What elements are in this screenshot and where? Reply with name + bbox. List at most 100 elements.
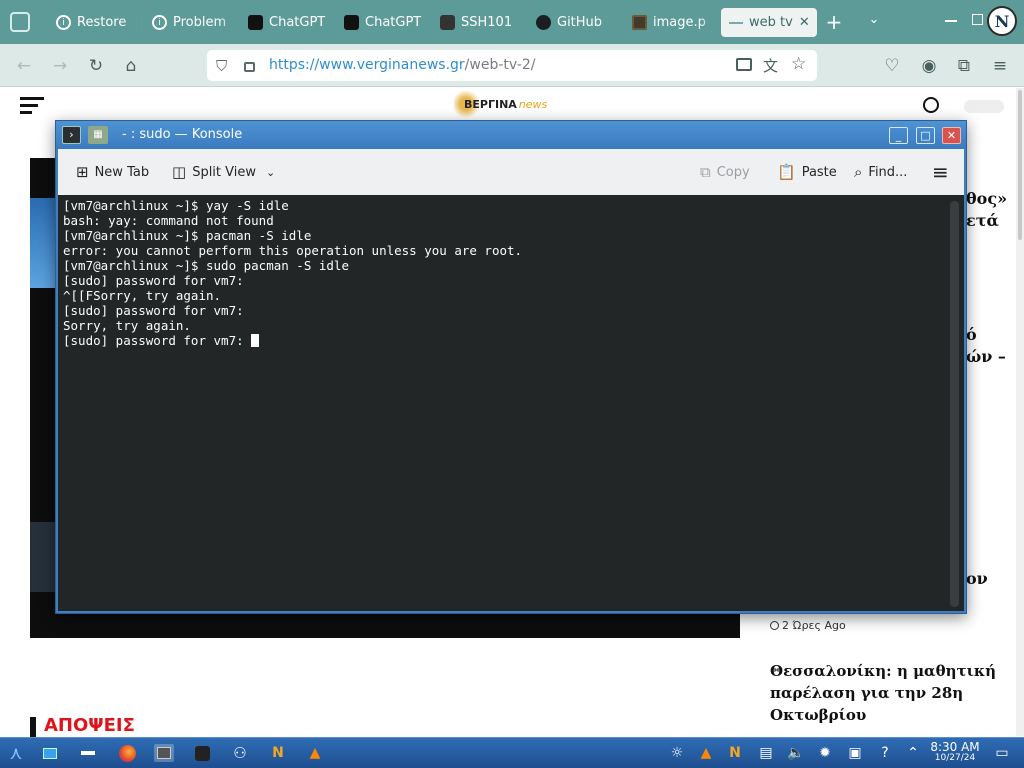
notepadqq-tray-icon[interactable]: N — [725, 744, 745, 762]
home-icon[interactable]: ⌂ — [121, 56, 141, 76]
terminal-scrollbar[interactable] — [950, 201, 959, 607]
code-editor-icon[interactable]: N — [268, 744, 288, 762]
menu-icon[interactable]: ≡ — [990, 56, 1010, 76]
clock-icon — [770, 621, 779, 630]
tab-list-chevron-icon[interactable]: ⌄ — [864, 12, 884, 32]
save-icon[interactable]: ▣ — [845, 744, 865, 762]
chevron-down-icon: ⌄ — [266, 165, 276, 179]
clipboard-icon[interactable]: ▤ — [756, 744, 776, 762]
terminal-line: error: you cannot perform this operation… — [63, 243, 523, 258]
tab-chatgpt-2[interactable]: ChatGPT — [336, 8, 432, 37]
task-manager-icon[interactable] — [78, 744, 98, 762]
chatgpt-icon — [344, 15, 359, 30]
url-bar[interactable]: ⛉ https://www.verginanews.gr/web-tv-2/ 文… — [207, 50, 817, 81]
tab-label: GitHub — [557, 15, 603, 30]
translate-icon[interactable]: 文 — [763, 55, 778, 76]
side-snippet: ό — [966, 325, 977, 344]
tab-web-tv[interactable]: web tv ✕ — [721, 8, 817, 37]
minimize-window-icon[interactable] — [945, 20, 957, 22]
terminal-line: [sudo] password for vm7: — [63, 303, 244, 318]
article-title-link[interactable]: Θεσσαλονίκη: η μαθητική παρέλαση για την… — [770, 660, 1000, 726]
section-marker — [30, 717, 36, 737]
new-tab-icon: ⊞ — [76, 163, 89, 181]
konsole-titlebar[interactable]: › ▦ - : sudo — Konsole _ □ ✕ — [56, 121, 966, 149]
maximize-icon[interactable]: □ — [916, 127, 935, 144]
minimize-icon[interactable]: _ — [889, 127, 908, 144]
site-logo[interactable]: ΒΕΡΓΙΝΑ news — [454, 88, 570, 120]
notifications-icon[interactable]: ☼ — [667, 744, 687, 762]
clock-date[interactable]: 10/27/24 — [925, 753, 985, 763]
hamburger-menu-icon[interactable] — [20, 97, 44, 115]
terminal-line: [vm7@archlinux ~]$ yay -S idle — [63, 198, 289, 213]
search-icon: ⌕ — [854, 163, 863, 181]
hamburger-menu-button[interactable]: ≡ — [932, 160, 949, 184]
terminal-line: [vm7@archlinux ~]$ sudo pacman -S idle — [63, 258, 349, 273]
find-button[interactable]: ⌕ Find... — [854, 163, 907, 181]
bookmark-star-icon[interactable]: ☆ — [791, 54, 806, 74]
vlc-tray-icon[interactable]: ▲ — [696, 744, 716, 762]
account-icon[interactable]: ◉ — [919, 56, 939, 76]
volume-icon[interactable]: 🔈 — [786, 744, 806, 762]
shield-icon[interactable]: ⛉ — [216, 57, 227, 75]
terminal-task-icon[interactable] — [192, 744, 212, 762]
site-toggle[interactable] — [964, 100, 1004, 113]
copy-button[interactable]: ⧉ Copy — [700, 163, 750, 181]
window-menu-icon[interactable]: ▦ — [88, 126, 108, 144]
tab-label: ChatGPT — [365, 15, 422, 30]
tray-expand-chevron-icon[interactable]: ⌃ — [903, 744, 923, 762]
close-tab-icon[interactable]: ✕ — [799, 15, 810, 30]
firefox-icon[interactable] — [117, 744, 137, 762]
tab-github[interactable]: GitHub — [528, 8, 624, 37]
tab-label: Restore — [77, 15, 127, 30]
paste-icon: 📋 — [777, 163, 796, 181]
new-tab-button[interactable]: ⊞ New Tab — [76, 163, 149, 181]
firefox-view-icon[interactable] — [10, 12, 30, 32]
brightness-icon[interactable]: ✹ — [815, 744, 835, 762]
clock-time[interactable]: 8:30 AM — [925, 740, 985, 754]
show-desktop-icon[interactable] — [40, 744, 60, 762]
forward-arrow-icon[interactable]: → — [50, 56, 70, 76]
split-view-icon: ◫ — [172, 163, 187, 181]
desktop-peek-icon[interactable]: ▭ — [992, 744, 1012, 762]
terminal-line: [vm7@archlinux ~]$ pacman -S idle — [63, 228, 312, 243]
tab-chatgpt-1[interactable]: ChatGPT — [240, 8, 336, 37]
app-launcher-icon[interactable]: ⋏ — [6, 743, 26, 764]
lock-icon[interactable] — [244, 62, 255, 72]
url-text[interactable]: https://www.verginanews.gr/web-tv-2/ — [269, 57, 535, 73]
tab-ssh101[interactable]: SSH101 — [432, 8, 528, 37]
section-opinion-heading[interactable]: ΑΠΟΨΕΙΣ — [44, 715, 135, 736]
page-scroll-thumb[interactable] — [1018, 90, 1022, 240]
terminal-output[interactable]: [vm7@archlinux ~]$ yay -S idle bash: yay:… — [58, 195, 964, 611]
close-icon[interactable]: ✕ — [942, 127, 961, 144]
side-snippet: ών – — [966, 347, 1006, 366]
pocket-icon[interactable]: ♡ — [882, 56, 902, 76]
new-tab-icon[interactable]: + — [824, 10, 844, 34]
tab-restore[interactable]: i Restore — [48, 8, 144, 37]
tab-image[interactable]: image.p — [624, 8, 720, 37]
terminal-line: [sudo] password for vm7: — [63, 273, 244, 288]
chatgpt-icon — [248, 15, 263, 30]
video-frame — [30, 198, 56, 288]
terminal-icon: › — [62, 126, 81, 144]
konsole-toolbar: ⊞ New Tab ◫ Split View ⌄ ⧉ Copy 📋 Paste … — [58, 149, 964, 195]
profile-avatar[interactable]: N — [987, 6, 1017, 36]
tab-label: ChatGPT — [269, 15, 326, 30]
tab-label: SSH101 — [461, 15, 513, 30]
network-app-icon[interactable]: ⚇ — [230, 744, 250, 762]
restore-window-icon[interactable] — [972, 14, 983, 25]
split-view-button[interactable]: ◫ Split View ⌄ — [172, 163, 275, 181]
site-search-icon[interactable] — [923, 97, 939, 113]
image-icon — [632, 15, 647, 30]
vlc-icon[interactable]: ▲ — [305, 744, 325, 762]
web-icon — [729, 21, 743, 24]
reload-icon[interactable]: ↻ — [86, 56, 106, 76]
picture-in-picture-icon[interactable] — [736, 58, 752, 71]
help-icon[interactable]: ? — [875, 744, 895, 762]
extensions-icon[interactable]: ⧉ — [954, 56, 974, 76]
paste-button[interactable]: 📋 Paste — [777, 163, 837, 181]
tab-problem[interactable]: i Problem — [144, 8, 240, 37]
copy-icon: ⧉ — [700, 163, 711, 181]
konsole-task-icon[interactable] — [154, 744, 174, 762]
back-arrow-icon[interactable]: ← — [14, 56, 34, 76]
video-frame — [30, 522, 56, 592]
